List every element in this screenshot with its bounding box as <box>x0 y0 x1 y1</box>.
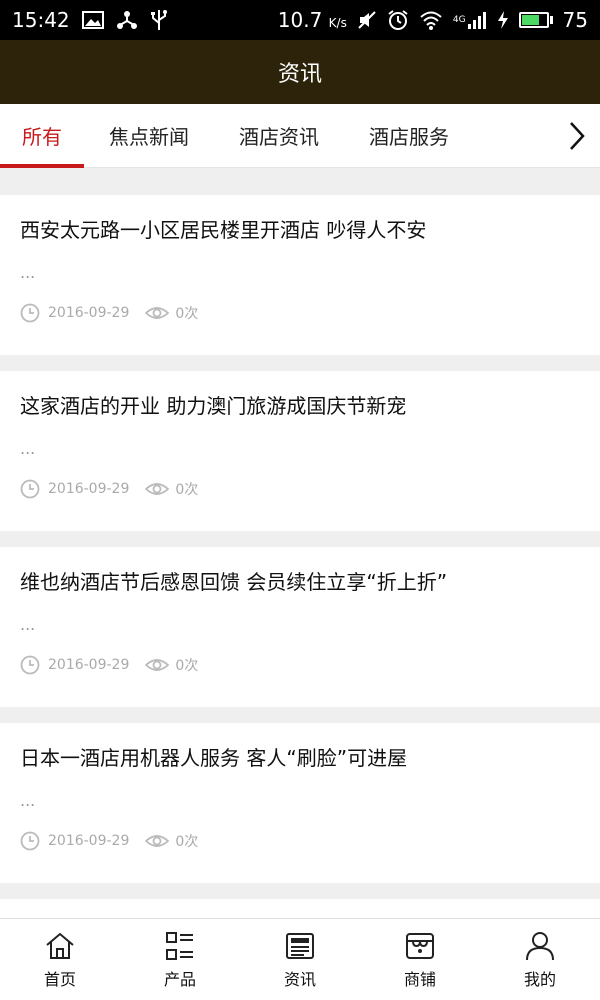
article-desc: ... <box>20 439 36 458</box>
article-date: 2016-09-29 <box>48 481 130 497</box>
alarm-icon <box>387 9 409 31</box>
nav-store[interactable]: 商铺 <box>360 919 480 1000</box>
article-card[interactable]: 维也纳酒店节后感恩回馈 会员续住立享“折上折” ... 2016-09-29 0… <box>0 547 600 707</box>
article-date: 2016-09-29 <box>48 305 130 321</box>
article-views: 0次 <box>175 306 199 322</box>
article-title: 这家酒店的开业 助力澳门旅游成国庆节新宠 <box>20 394 407 418</box>
tab-all[interactable]: 所有 <box>0 104 84 168</box>
tab-label: 酒店资讯 <box>239 125 319 149</box>
bottom-nav: 首页 产品 资讯 商铺 我的 <box>0 918 600 1000</box>
article-desc: ... <box>20 615 36 634</box>
share-icon <box>116 10 138 30</box>
clock-icon <box>20 479 40 499</box>
tabs-scroll-right-button[interactable] <box>554 104 600 168</box>
article-meta: 2016-09-29 0次 <box>20 479 580 499</box>
article-title: 维也纳酒店节后感恩回馈 会员续住立享“折上折” <box>20 570 448 594</box>
nav-news[interactable]: 资讯 <box>240 919 360 1000</box>
nav-label: 资讯 <box>283 969 316 989</box>
signal-label: 4G <box>452 15 466 25</box>
page-title: 资讯 <box>277 62 322 87</box>
mute-icon <box>357 10 377 30</box>
image-icon <box>81 11 104 29</box>
nav-label: 商铺 <box>403 969 436 989</box>
eye-icon <box>145 835 170 847</box>
nav-label: 我的 <box>523 969 556 989</box>
usb-icon <box>150 9 168 31</box>
chevron-right-icon <box>570 121 585 150</box>
battery-icon <box>518 12 553 28</box>
eye-icon <box>145 307 170 319</box>
eye-icon <box>145 659 170 671</box>
grid-list-icon <box>166 931 193 960</box>
article-meta: 2016-09-29 0次 <box>20 831 580 851</box>
article-card[interactable]: 日本一酒店用机器人服务 客人“刷脸”可进屋 ... 2016-09-29 0次 <box>0 723 600 883</box>
clock-icon <box>20 831 40 851</box>
eye-icon <box>145 483 170 495</box>
article-desc: ... <box>20 791 36 810</box>
tab-label: 焦点新闻 <box>109 125 189 149</box>
article-title: 日本一酒店用机器人服务 客人“刷脸”可进屋 <box>20 746 408 770</box>
nav-label: 产品 <box>163 969 196 989</box>
nav-products[interactable]: 产品 <box>120 919 240 1000</box>
article-list: 西安太元路一小区居民楼里开酒店 吵得人不安 ... 2016-09-29 0次 … <box>0 195 600 955</box>
battery-percent: 75 <box>562 8 588 32</box>
status-time: 15:42 <box>12 8 70 32</box>
article-card[interactable]: 这家酒店的开业 助力澳门旅游成国庆节新宠 ... 2016-09-29 0次 <box>0 371 600 531</box>
article-views: 0次 <box>175 658 199 674</box>
nav-home[interactable]: 首页 <box>0 919 120 1000</box>
home-icon <box>46 932 74 959</box>
cellular-signal-icon: 4G <box>453 10 487 30</box>
clock-icon <box>20 303 40 323</box>
user-icon <box>526 931 554 960</box>
page-header: 资讯 <box>0 40 600 104</box>
tab-label: 所有 <box>22 125 62 149</box>
tab-hotel-service[interactable]: 酒店服务 <box>344 104 474 168</box>
article-views: 0次 <box>175 482 199 498</box>
article-card[interactable]: 西安太元路一小区居民楼里开酒店 吵得人不安 ... 2016-09-29 0次 <box>0 195 600 355</box>
article-date: 2016-09-29 <box>48 833 130 849</box>
charging-icon <box>497 10 509 30</box>
status-bar: 15:42 10.7 K/s 4G 75 <box>0 0 600 40</box>
tab-focus-news[interactable]: 焦点新闻 <box>84 104 214 168</box>
nav-label: 首页 <box>43 969 76 989</box>
store-icon <box>406 932 434 959</box>
category-tabs: 所有 焦点新闻 酒店资讯 酒店服务 <box>0 104 600 168</box>
article-meta: 2016-09-29 0次 <box>20 655 580 675</box>
news-icon <box>286 932 314 959</box>
wifi-icon <box>419 10 443 30</box>
nav-me[interactable]: 我的 <box>480 919 600 1000</box>
article-desc: ... <box>20 263 36 282</box>
clock-icon <box>20 655 40 675</box>
article-date: 2016-09-29 <box>48 657 130 673</box>
network-speed: 10.7 K/s <box>278 8 347 32</box>
tab-hotel-news[interactable]: 酒店资讯 <box>214 104 344 168</box>
article-title: 西安太元路一小区居民楼里开酒店 吵得人不安 <box>20 218 427 242</box>
speed-unit: K/s <box>328 16 347 30</box>
speed-value: 10.7 <box>277 8 323 32</box>
article-meta: 2016-09-29 0次 <box>20 303 580 323</box>
article-views: 0次 <box>175 834 199 850</box>
tab-label: 酒店服务 <box>369 125 449 149</box>
